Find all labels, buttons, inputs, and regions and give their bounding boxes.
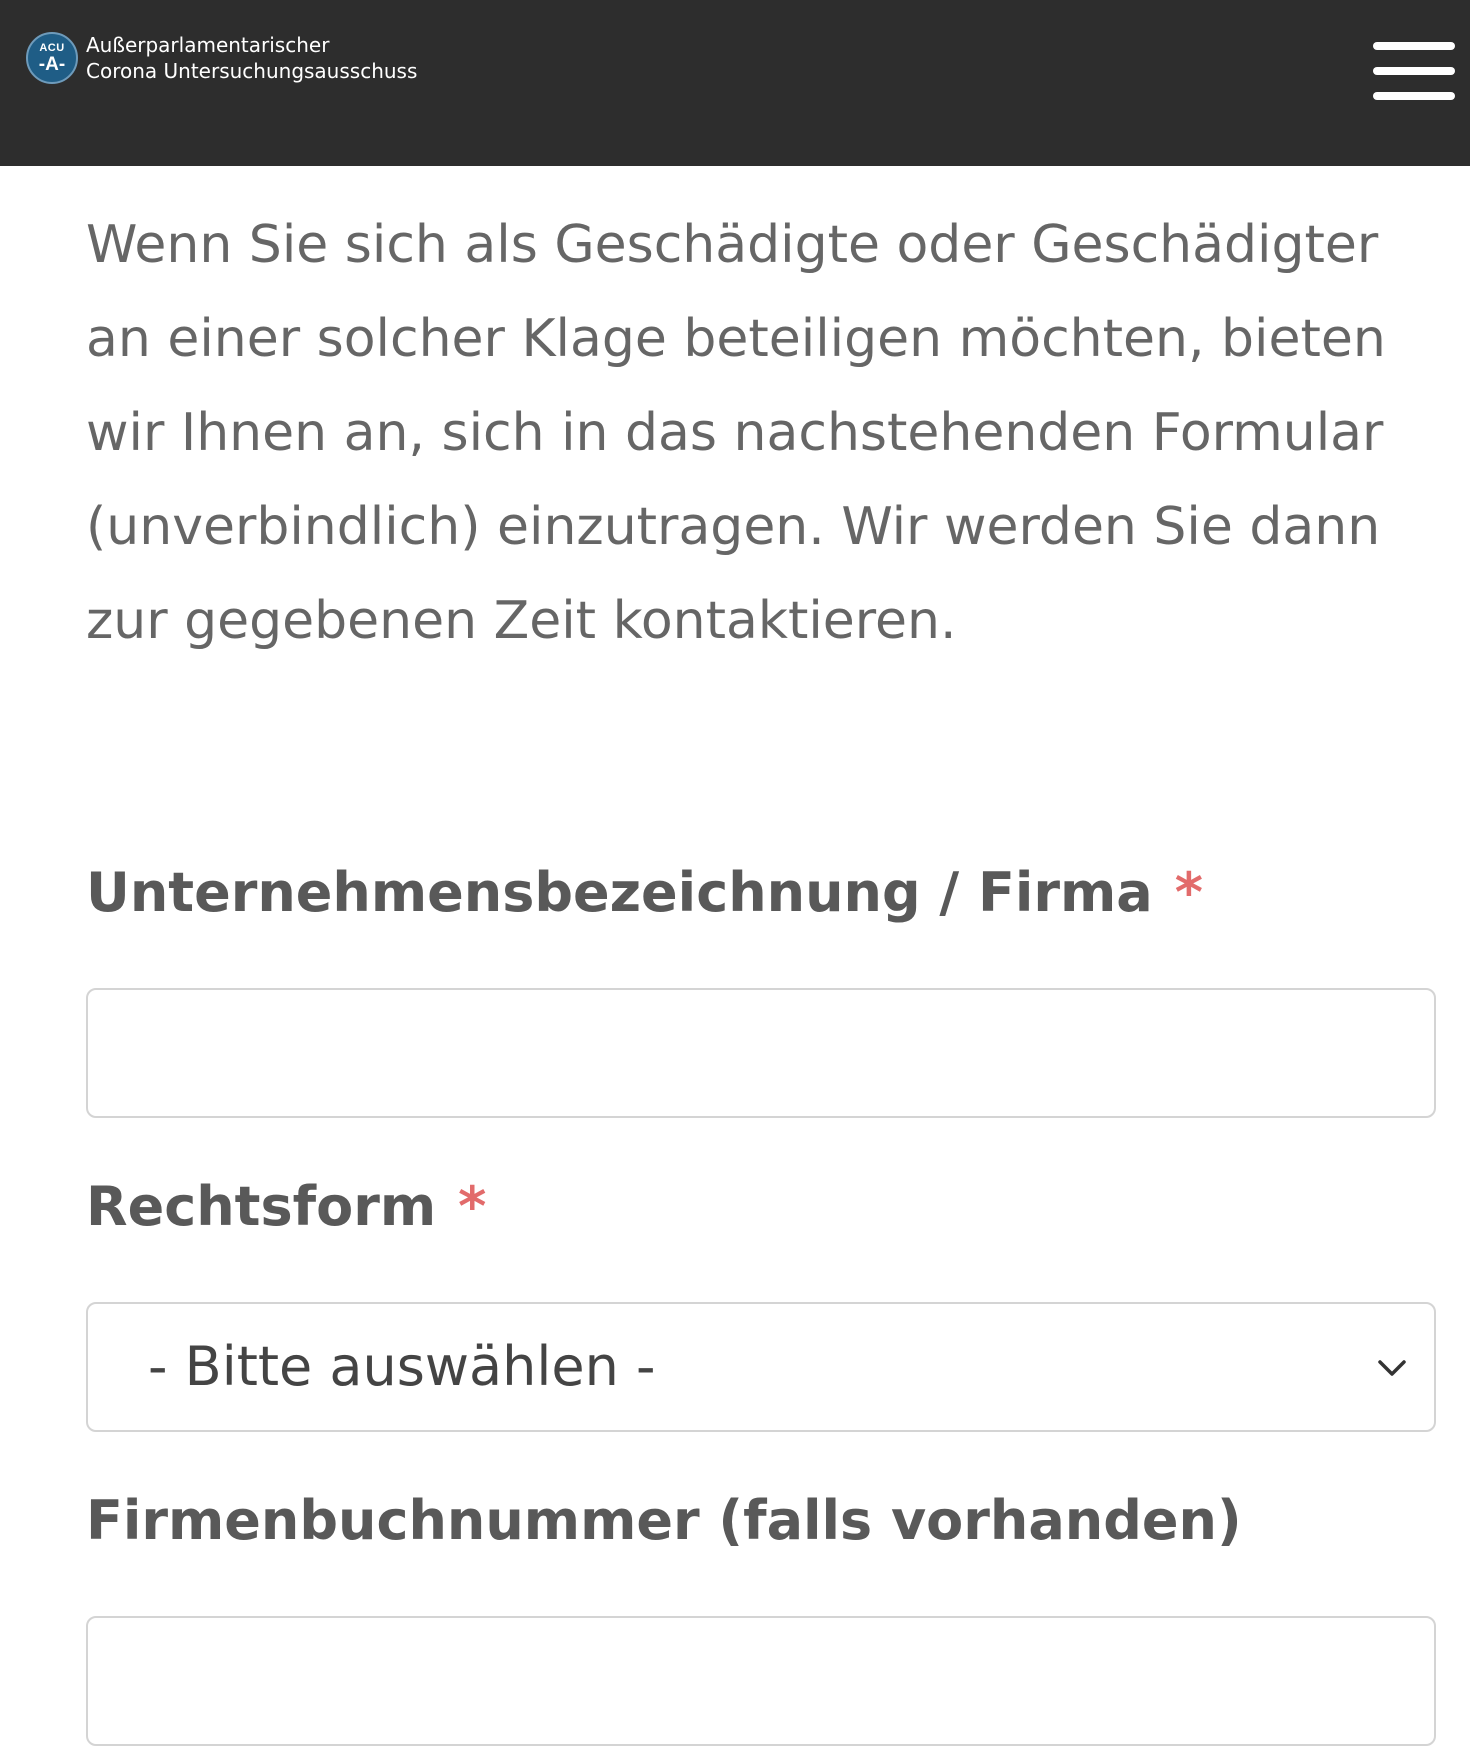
- logo-badge-bottom: -A-: [38, 53, 66, 75]
- site-logo-link[interactable]: ACU -A- Außerparlamentarischer Corona Un…: [26, 32, 417, 84]
- company-name-label: Unternehmensbezeichnung / Firma *: [86, 858, 1203, 928]
- required-asterisk: *: [458, 1175, 487, 1238]
- legal-form-label: Rechtsform *: [86, 1172, 486, 1242]
- site-title: Außerparlamentarischer Corona Untersuchu…: [86, 32, 417, 84]
- company-name-label-text: Unternehmensbezeichnung / Firma: [86, 861, 1153, 924]
- legal-form-selected-value: - Bitte auswählen -: [148, 1335, 656, 1398]
- hamburger-menu-icon[interactable]: [1373, 42, 1457, 104]
- site-title-line1: Außerparlamentarischer: [86, 33, 330, 57]
- top-navigation-bar: ACU -A- Außerparlamentarischer Corona Un…: [0, 0, 1470, 166]
- logo-badge-top: ACU: [39, 41, 65, 54]
- site-title-line2: Corona Untersuchungsausschuss: [86, 59, 418, 83]
- legal-form-select[interactable]: - Bitte auswählen -: [86, 1302, 1436, 1432]
- company-register-number-label: Firmenbuchnummer (falls vorhanden): [86, 1486, 1242, 1556]
- intro-text: Wenn Sie sich als Geschädigte oder Gesch…: [86, 215, 1386, 651]
- required-asterisk: *: [1174, 861, 1203, 924]
- acu-logo-icon: ACU -A-: [26, 32, 78, 84]
- company-register-number-input[interactable]: [86, 1616, 1436, 1746]
- chevron-down-icon: [1378, 1360, 1406, 1376]
- legal-form-label-text: Rechtsform: [86, 1175, 437, 1238]
- company-register-number-label-text: Firmenbuchnummer (falls vorhanden): [86, 1489, 1242, 1552]
- company-name-input[interactable]: [86, 988, 1436, 1118]
